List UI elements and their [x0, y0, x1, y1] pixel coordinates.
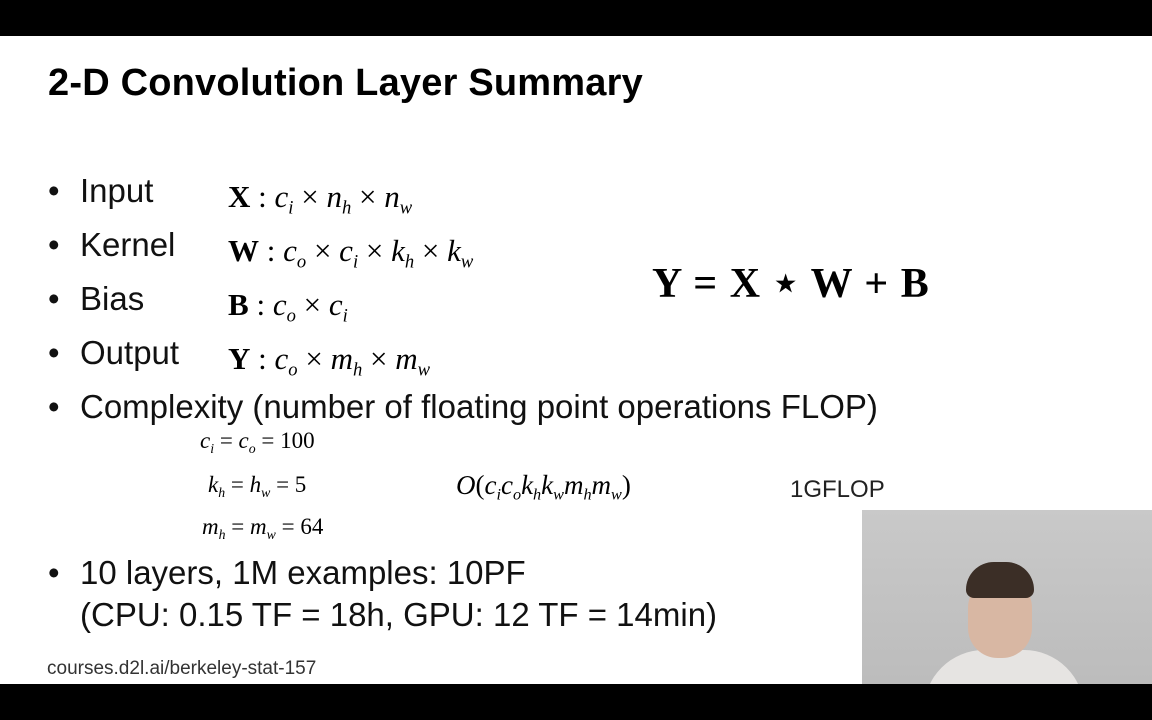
- bullet-output: • Output: [48, 334, 179, 372]
- bullet-label: Kernel: [80, 226, 176, 263]
- bullet-dot: •: [48, 226, 60, 263]
- cpu-gpu-timing: (CPU: 0.15 TF = 18h, GPU: 12 TF = 14min): [80, 596, 718, 633]
- course-url: courses.d2l.ai/berkeley-stat-157: [47, 658, 317, 679]
- bullet-label: Input: [80, 172, 154, 209]
- presenter-hair: [966, 562, 1034, 598]
- convolution-equation: Y = X ⋆ W + B: [652, 261, 930, 307]
- bullet-kernel: • Kernel: [48, 226, 175, 264]
- bullet-label: 10 layers, 1M examples: 10PF: [80, 554, 526, 591]
- complexity-formula: O(cicokhkwmhmw): [456, 470, 631, 504]
- gflop-label: 1GFLOP: [790, 476, 885, 503]
- bullet-dot: •: [48, 388, 60, 425]
- output-shape-formula: Y : co × mh × mw: [228, 341, 431, 381]
- bottom-letterbox: [0, 684, 1152, 720]
- bullet-label: Output: [80, 334, 180, 371]
- top-letterbox: [0, 0, 1152, 36]
- bullet-bias: • Bias: [48, 280, 144, 318]
- presenter-webcam: [862, 510, 1152, 684]
- bullet-dot: •: [48, 280, 60, 317]
- bullet-input: • Input: [48, 172, 153, 210]
- kernel-shape-formula: W : co × ci × kh × kw: [228, 233, 474, 273]
- bullet-dot: •: [48, 334, 60, 371]
- slide-title: 2-D Convolution Layer Summary: [48, 62, 643, 104]
- bullet-dot: •: [48, 172, 60, 209]
- output-size-equation: mh = mw = 64: [202, 514, 324, 542]
- kernel-size-equation: kh = hw = 5: [208, 472, 307, 500]
- bullet-layers: • 10 layers, 1M examples: 10PF: [48, 554, 526, 592]
- bias-shape-formula: B : co × ci: [228, 287, 348, 327]
- slide: 2-D Convolution Layer Summary • Input X :…: [0, 36, 1152, 684]
- channels-equation: ci = co = 100: [200, 428, 315, 456]
- bullet-label: Complexity (number of floating point ope…: [80, 388, 878, 425]
- bullet-complexity: • Complexity (number of floating point op…: [48, 388, 878, 426]
- bullet-dot: •: [48, 554, 60, 591]
- input-shape-formula: X : ci × nh × nw: [228, 179, 413, 219]
- bullet-label: Bias: [80, 280, 145, 317]
